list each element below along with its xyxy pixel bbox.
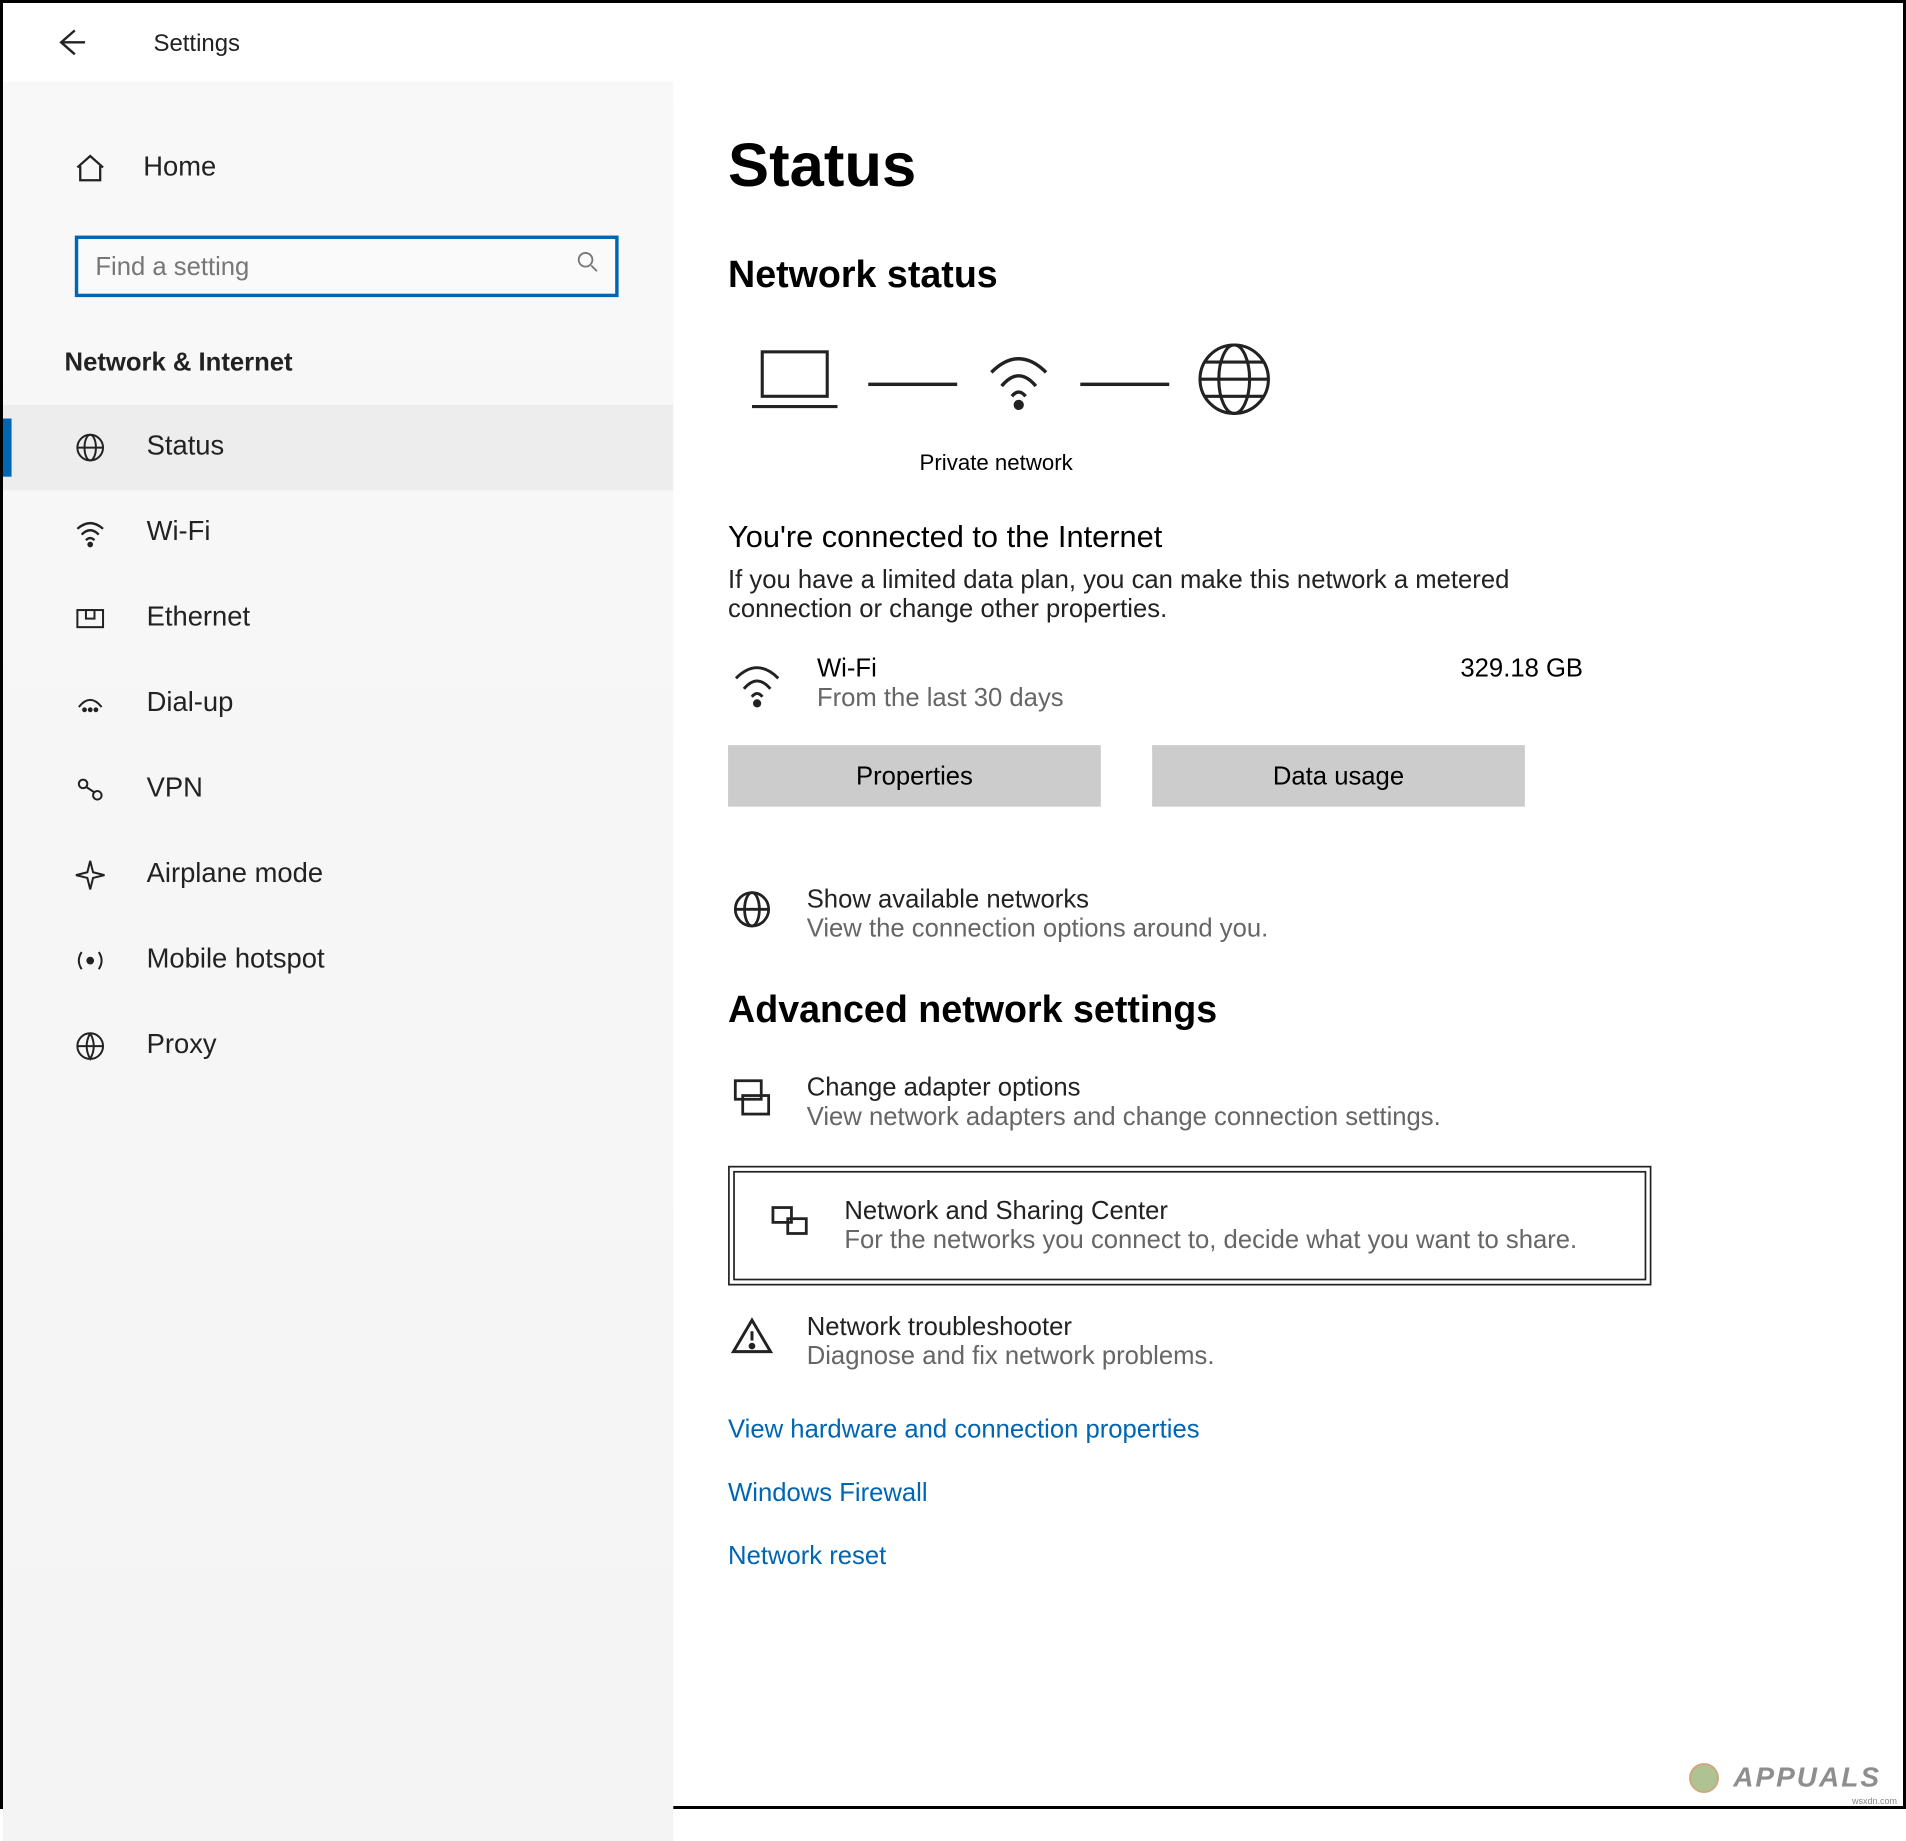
connector-line — [868, 382, 957, 385]
section-title: Network & Internet — [3, 335, 673, 405]
sidebar-item-dialup[interactable]: Dial-up — [3, 661, 673, 747]
laptop-icon — [745, 342, 844, 426]
network-status-heading: Network status — [728, 253, 1829, 297]
home-button[interactable]: Home — [3, 133, 673, 205]
search-icon — [574, 248, 601, 284]
firewall-link[interactable]: Windows Firewall — [728, 1479, 1829, 1508]
sharing-icon — [766, 1197, 814, 1245]
airplane-icon — [71, 856, 109, 894]
sidebar-item-label: VPN — [147, 774, 203, 805]
mascot-icon — [1689, 1763, 1719, 1793]
wifi-signal-icon — [981, 342, 1056, 426]
wifi-usage-icon — [728, 655, 786, 722]
sidebar-item-vpn[interactable]: VPN — [3, 747, 673, 833]
sidebar-item-airplane[interactable]: Airplane mode — [3, 832, 673, 918]
advanced-heading: Advanced network settings — [728, 988, 1829, 1032]
globe-action-icon — [728, 885, 776, 933]
hotspot-icon — [71, 942, 109, 980]
usage-period: From the last 30 days — [817, 684, 1430, 713]
sidebar-item-label: Wi-Fi — [147, 518, 211, 549]
globe-diagram-icon — [1193, 338, 1275, 429]
show-networks-title: Show available networks — [807, 885, 1269, 914]
show-networks-item[interactable]: Show available networks View the connect… — [728, 885, 1651, 943]
usage-row: Wi-Fi From the last 30 days 329.18 GB — [728, 655, 1583, 722]
adapter-sub: View network adapters and change connect… — [807, 1103, 1441, 1132]
troubleshooter-item[interactable]: Network troubleshooter Diagnose and fix … — [728, 1313, 1651, 1371]
sharing-title: Network and Sharing Center — [844, 1197, 1577, 1226]
home-icon — [71, 150, 109, 188]
hardware-link[interactable]: View hardware and connection properties — [728, 1415, 1829, 1444]
connector-line — [1080, 382, 1169, 385]
private-network-label: Private network — [920, 449, 1830, 475]
sidebar-item-hotspot[interactable]: Mobile hotspot — [3, 918, 673, 1004]
page-title: Status — [728, 130, 1829, 202]
wifi-icon — [71, 514, 109, 552]
properties-button[interactable]: Properties — [728, 745, 1101, 807]
sidebar-item-label: Mobile hotspot — [147, 945, 325, 976]
home-label: Home — [143, 153, 216, 184]
sidebar-item-label: Airplane mode — [147, 860, 323, 891]
connected-description: If you have a limited data plan, you can… — [728, 566, 1617, 624]
vpn-icon — [71, 771, 109, 809]
main-content: Status Network status Private network Yo… — [673, 82, 1897, 1841]
sidebar-item-label: Status — [147, 432, 225, 463]
warning-icon — [728, 1313, 776, 1361]
app-title: Settings — [153, 29, 240, 56]
dialup-icon — [71, 685, 109, 723]
source-text: wsxdn.com — [1852, 1796, 1897, 1806]
adapter-title: Change adapter options — [807, 1073, 1441, 1102]
network-diagram — [745, 338, 1829, 429]
usage-amount: 329.18 GB — [1460, 655, 1583, 684]
troubleshooter-title: Network troubleshooter — [807, 1313, 1215, 1342]
watermark: APPUALS — [1689, 1760, 1881, 1794]
proxy-icon — [71, 1027, 109, 1065]
data-usage-button[interactable]: Data usage — [1152, 745, 1525, 807]
search-input[interactable] — [75, 236, 619, 298]
adapter-icon — [728, 1073, 776, 1121]
sharing-sub: For the networks you connect to, decide … — [844, 1226, 1577, 1255]
sidebar-item-label: Dial-up — [147, 689, 234, 720]
adapter-options-item[interactable]: Change adapter options View network adap… — [728, 1073, 1651, 1131]
usage-name: Wi-Fi — [817, 655, 1430, 684]
reset-link[interactable]: Network reset — [728, 1542, 1829, 1571]
sidebar-item-proxy[interactable]: Proxy — [3, 1003, 673, 1088]
sidebar-item-status[interactable]: Status — [3, 405, 673, 491]
back-button[interactable] — [51, 22, 92, 63]
sidebar: Home Network & Internet Status — [3, 82, 673, 1841]
sidebar-item-label: Ethernet — [147, 603, 250, 634]
sidebar-item-ethernet[interactable]: Ethernet — [3, 576, 673, 662]
sidebar-item-wifi[interactable]: Wi-Fi — [3, 490, 673, 576]
sidebar-item-label: Proxy — [147, 1031, 217, 1062]
troubleshooter-sub: Diagnose and fix network problems. — [807, 1342, 1215, 1371]
ethernet-icon — [71, 600, 109, 638]
connected-heading: You're connected to the Internet — [728, 519, 1829, 555]
globe-icon — [71, 429, 109, 467]
sharing-center-item[interactable]: Network and Sharing Center For the netwo… — [728, 1166, 1651, 1286]
show-networks-sub: View the connection options around you. — [807, 914, 1269, 943]
